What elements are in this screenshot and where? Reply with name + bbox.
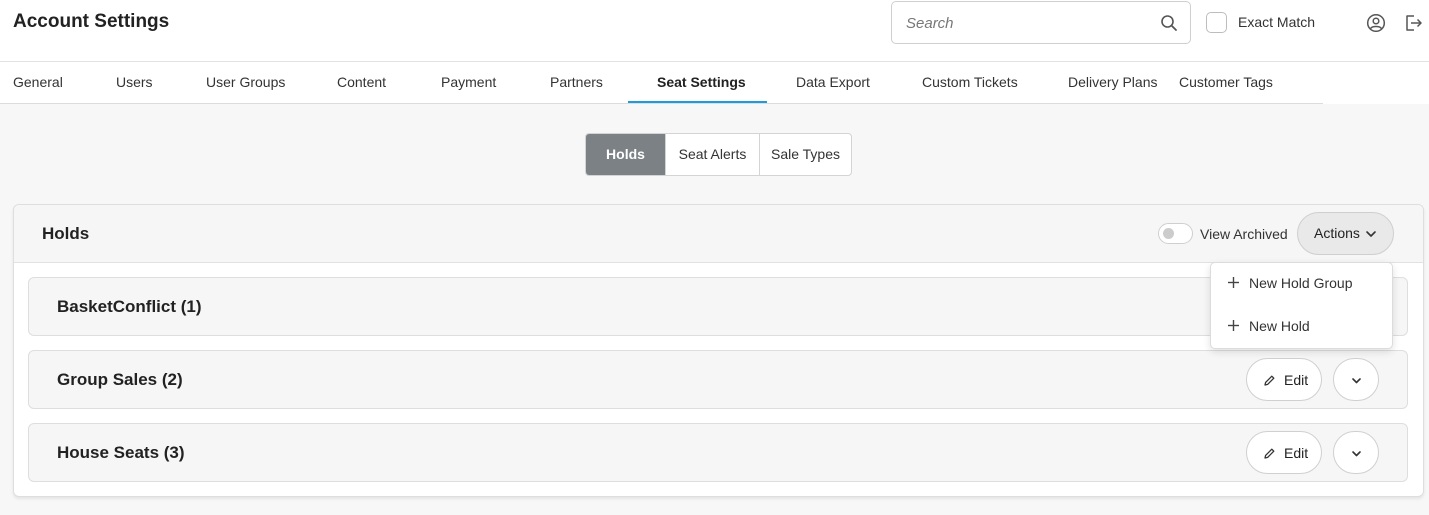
search-input[interactable] — [906, 13, 1146, 33]
edit-button[interactable]: Edit — [1246, 358, 1322, 401]
tab-custom-tickets[interactable]: Custom Tickets — [922, 62, 1018, 104]
menu-item-new-hold-group[interactable]: New Hold Group — [1211, 263, 1392, 303]
menu-item-label: New Hold — [1249, 318, 1310, 334]
menu-item-label: New Hold Group — [1249, 275, 1353, 291]
edit-button-label: Edit — [1284, 372, 1309, 388]
active-tab-indicator — [628, 101, 767, 103]
pencil-icon — [1264, 448, 1275, 459]
tab-seat-settings[interactable]: Seat Settings — [657, 62, 746, 104]
hold-group-row[interactable]: BasketConflict (1) — [28, 277, 1408, 336]
tab-payment[interactable]: Payment — [441, 62, 496, 104]
tab-content[interactable]: Content — [337, 62, 386, 104]
holds-card: Holds View Archived Actions BasketConfli… — [13, 204, 1424, 497]
view-archived-toggle[interactable] — [1158, 223, 1193, 244]
plus-icon — [1228, 320, 1239, 331]
chevron-down-icon — [1352, 378, 1361, 384]
pencil-icon — [1264, 375, 1275, 386]
expand-button[interactable] — [1333, 358, 1379, 401]
page-title: Account Settings — [13, 11, 170, 32]
holds-segmented-control: Holds Seat Alerts Sale Types — [585, 133, 852, 176]
hold-group-row[interactable]: Group Sales (2) Edit — [28, 350, 1408, 409]
user-icon[interactable] — [1366, 13, 1386, 33]
holds-card-title: Holds — [42, 224, 90, 243]
holds-card-header: Holds View Archived Actions — [14, 205, 1423, 263]
hold-group-row[interactable]: House Seats (3) Edit — [28, 423, 1408, 482]
settings-tabs: General Users User Groups Content Paymen… — [0, 62, 1429, 104]
tab-partners[interactable]: Partners — [550, 62, 603, 104]
chevron-down-icon — [1352, 451, 1361, 457]
tab-data-export[interactable]: Data Export — [796, 62, 870, 104]
tab-customer-tags[interactable]: Customer Tags — [1179, 62, 1273, 104]
menu-item-new-hold[interactable]: New Hold — [1211, 306, 1392, 346]
actions-button[interactable]: Actions — [1297, 212, 1394, 255]
search-box[interactable] — [891, 1, 1191, 44]
app-header: Account Settings Exact Match — [0, 0, 1429, 62]
tab-general[interactable]: General — [13, 62, 63, 104]
plus-icon — [1228, 277, 1239, 288]
expand-button[interactable] — [1333, 431, 1379, 474]
actions-button-label: Actions — [1314, 225, 1360, 241]
segment-seat-alerts[interactable]: Seat Alerts — [666, 134, 760, 175]
view-archived-label: View Archived — [1200, 226, 1288, 242]
tab-delivery-plans[interactable]: Delivery Plans — [1068, 62, 1157, 104]
tabs-divider — [0, 103, 1323, 104]
hold-group-title: Group Sales (2) — [57, 370, 183, 389]
tab-users[interactable]: Users — [116, 62, 153, 104]
exact-match-checkbox[interactable] — [1206, 12, 1227, 33]
logout-icon[interactable] — [1403, 13, 1423, 33]
search-icon[interactable] — [1160, 14, 1178, 32]
segment-sale-types[interactable]: Sale Types — [760, 134, 851, 175]
toggle-knob — [1163, 228, 1174, 239]
hold-group-title: BasketConflict (1) — [57, 297, 202, 316]
edit-button-label: Edit — [1284, 445, 1309, 461]
edit-button[interactable]: Edit — [1246, 431, 1322, 474]
hold-group-title: House Seats (3) — [57, 443, 185, 462]
exact-match-label: Exact Match — [1238, 14, 1316, 30]
segment-holds[interactable]: Holds — [586, 134, 666, 175]
tab-user-groups[interactable]: User Groups — [206, 62, 285, 104]
actions-dropdown-menu: New Hold Group New Hold — [1210, 262, 1393, 349]
chevron-down-icon — [1366, 231, 1376, 237]
